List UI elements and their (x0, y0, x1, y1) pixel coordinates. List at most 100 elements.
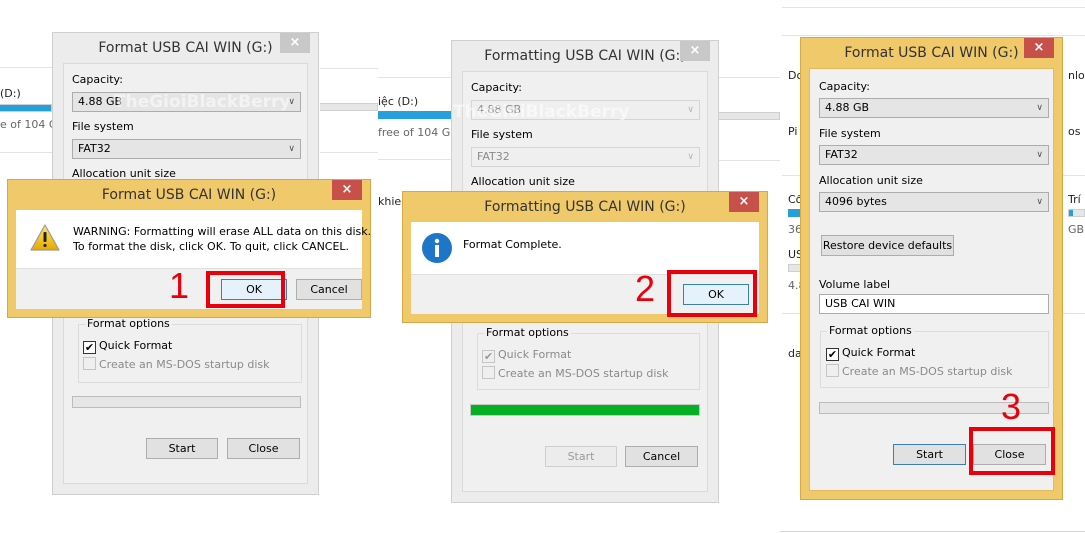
file-system-select[interactable]: FAT32 ∨ (72, 139, 301, 159)
file-system-value: FAT32 (477, 150, 510, 163)
step-2-highlight (667, 270, 757, 317)
info-icon (422, 233, 452, 263)
chevron-down-icon: ∨ (687, 152, 694, 162)
msdos-label: Create an MS-DOS startup disk (99, 358, 270, 371)
quick-format-label: Quick Format (842, 346, 916, 359)
dialog-title: Format USB CAI WIN (G:) (98, 40, 273, 56)
capacity-label: Capacity: (471, 81, 522, 94)
format-options-label: Format options (85, 317, 172, 330)
close-icon[interactable]: × (680, 41, 710, 61)
cancel-button[interactable]: Cancel (296, 279, 362, 300)
close-icon[interactable]: × (280, 33, 310, 53)
quick-format-checkbox[interactable]: ✔ Quick Format (482, 348, 571, 363)
divider (1062, 313, 1085, 314)
chevron-down-icon: ∨ (1036, 150, 1043, 160)
msdos-checkbox[interactable]: Create an MS-DOS startup disk (83, 357, 270, 371)
divider (782, 35, 1085, 36)
folder-item[interactable]: nloa (1068, 69, 1085, 82)
allocation-label: Allocation unit size (819, 174, 923, 187)
file-system-label: File system (72, 120, 134, 133)
divider (378, 77, 453, 78)
drive-usage-bar (378, 111, 452, 119)
format-options-group: Format options ✔ Quick Format Create an M… (78, 317, 302, 383)
divider (782, 313, 802, 314)
divider (712, 77, 780, 78)
divider (712, 160, 780, 161)
divider (782, 175, 802, 176)
allocation-label: Allocation unit size (471, 175, 575, 188)
drive-usage-bar (1068, 209, 1085, 217)
chevron-down-icon: ∨ (1036, 103, 1043, 113)
msdos-label: Create an MS-DOS startup disk (842, 365, 1013, 378)
chevron-down-icon: ∨ (687, 105, 694, 115)
dialog-title: Format USB CAI WIN (G:) (844, 45, 1019, 61)
dialog-title: Formatting USB CAI WIN (G:) (484, 48, 686, 64)
msdos-checkbox[interactable]: Create an MS-DOS startup disk (826, 364, 1013, 378)
drive-name[interactable]: (D:) (0, 87, 52, 100)
msdos-label: Create an MS-DOS startup disk (498, 367, 669, 380)
capacity-value: 4.88 GB (825, 101, 870, 114)
capacity-select[interactable]: 4.88 GB ∨ (471, 100, 700, 120)
drive-name[interactable]: iệc (D:) (378, 95, 452, 108)
divider (320, 152, 378, 153)
capacity-select[interactable]: 4.88 GB ∨ (819, 98, 1049, 118)
warning-icon (30, 224, 60, 251)
volume-label-input[interactable]: USB CAI WIN (819, 294, 1049, 314)
drive-free-space: e of 104 GB (0, 118, 52, 131)
quick-format-checkbox[interactable]: ✔ Quick Format (826, 346, 915, 361)
capacity-value: 4.88 GB (477, 103, 522, 116)
message-title: Format USB CAI WIN (G:) (101, 187, 277, 203)
capacity-value: 4.88 GB (78, 95, 123, 108)
divider (320, 68, 378, 69)
step-number-1: 1 (169, 265, 190, 306)
divider (780, 531, 1085, 532)
cancel-button[interactable]: Cancel (625, 446, 698, 467)
warning-text-line-1: WARNING: Formatting will erase ALL data … (73, 225, 372, 238)
file-system-select[interactable]: FAT32 ∨ (471, 147, 700, 167)
volume-label-label: Volume label (819, 278, 891, 291)
step-3-highlight (969, 427, 1055, 475)
capacity-label: Capacity: (72, 73, 123, 86)
start-button[interactable]: Start (893, 444, 966, 465)
close-icon[interactable]: × (729, 192, 759, 212)
message-body: WARNING: Formatting will erase ALL data … (16, 210, 371, 268)
format-options-group: Format options ✔ Quick Format Create an M… (477, 326, 700, 390)
msdos-checkbox[interactable]: Create an MS-DOS startup disk (482, 366, 669, 380)
warning-text-line-2: To format the disk, click OK. To quit, c… (73, 240, 350, 253)
step-number-2: 2 (635, 268, 656, 309)
scroll-track (320, 103, 378, 111)
drive-free-space: free of 104 GB (378, 126, 452, 139)
divider (782, 7, 1085, 8)
divider (0, 67, 55, 68)
file-system-label: File system (819, 127, 881, 140)
quick-format-checkbox[interactable]: ✔ Quick Format (83, 339, 172, 354)
allocation-value: 4096 bytes (825, 195, 887, 208)
drive-item[interactable]: Trí ( (1068, 193, 1085, 206)
message-body: Format Complete. (411, 222, 759, 274)
quick-format-label: Quick Format (498, 348, 572, 361)
close-button[interactable]: Close (227, 438, 300, 459)
file-system-value: FAT32 (825, 148, 858, 161)
capacity-label: Capacity: (819, 80, 870, 93)
close-icon[interactable]: × (332, 180, 362, 200)
message-title: Formatting USB CAI WIN (G:) (484, 199, 686, 215)
start-button[interactable]: Start (146, 438, 218, 459)
divider (1062, 175, 1085, 176)
checkbox-empty-icon (826, 364, 839, 377)
capacity-select[interactable]: 4.88 GB ∨ (72, 92, 301, 112)
chevron-down-icon: ∨ (288, 97, 295, 107)
file-system-select[interactable]: FAT32 ∨ (819, 145, 1049, 165)
format-options-label: Format options (484, 326, 571, 339)
allocation-select[interactable]: 4096 bytes ∨ (819, 192, 1049, 212)
checkbox-empty-icon (83, 357, 96, 370)
start-button[interactable]: Start (545, 446, 617, 467)
format-options-label: Format options (827, 324, 914, 337)
partial-item[interactable]: khie (378, 195, 404, 208)
restore-defaults-button[interactable]: Restore device defaults (821, 235, 954, 256)
close-icon[interactable]: × (1024, 38, 1054, 58)
chevron-down-icon: ∨ (288, 144, 295, 154)
check-icon: ✔ (826, 348, 839, 361)
scroll-track (712, 112, 780, 120)
divider (0, 152, 55, 153)
folder-item[interactable]: os (1068, 125, 1085, 138)
